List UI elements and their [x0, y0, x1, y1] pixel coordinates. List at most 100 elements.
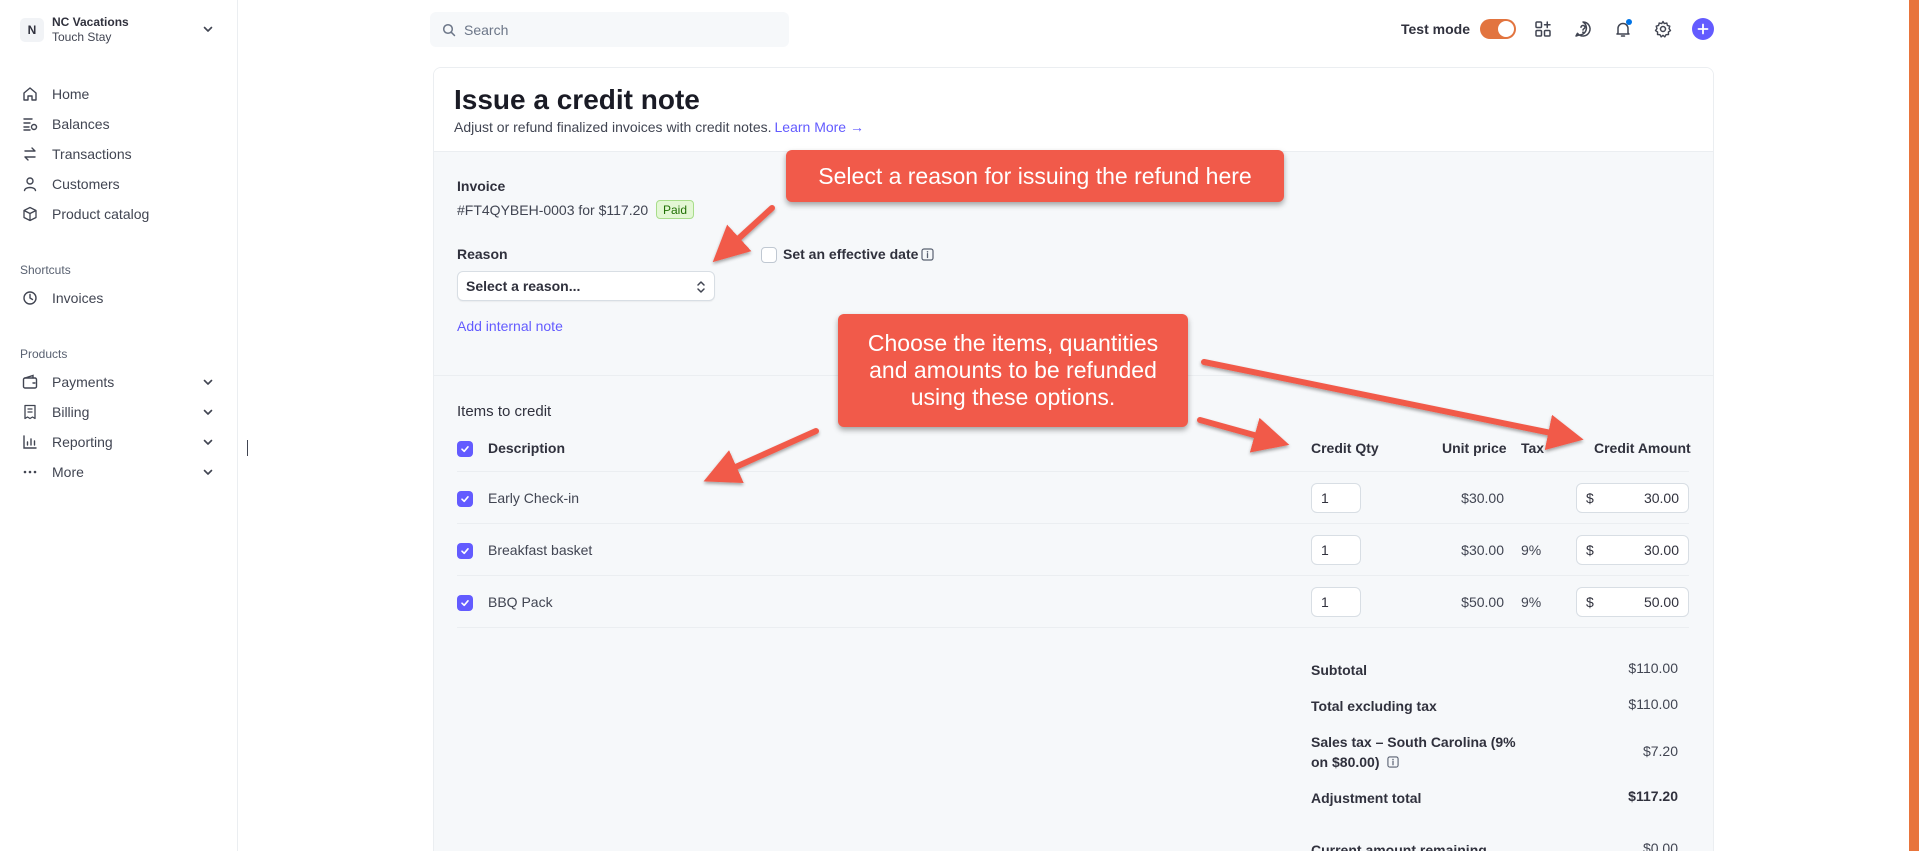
sales-tax-label: Sales tax – South Carolina (9% on $80.00… — [1311, 734, 1516, 770]
subtotal-label: Subtotal — [1311, 662, 1367, 678]
test-mode-toggle[interactable] — [1479, 19, 1516, 39]
clock-icon — [20, 288, 40, 308]
status-badge: Paid — [656, 200, 695, 219]
search-bar[interactable] — [430, 12, 789, 47]
window-frame — [1909, 0, 1919, 851]
shortcuts-heading: Shortcuts — [20, 263, 71, 277]
sidebar-item-label: Reporting — [52, 434, 113, 450]
column-description: Description — [488, 440, 566, 456]
learn-more-link[interactable]: Learn More → — [775, 119, 864, 135]
products-heading: Products — [20, 347, 68, 361]
chevron-down-icon — [202, 406, 214, 418]
chevron-down-icon — [202, 23, 214, 35]
info-icon[interactable] — [1387, 756, 1400, 768]
wallet-icon — [20, 372, 40, 392]
chevron-down-icon — [202, 436, 214, 448]
sidebar-item-label: Customers — [52, 176, 120, 192]
item-description: Early Check-in — [488, 490, 580, 506]
effective-date-label: Set an effective date — [783, 246, 919, 262]
sidebar-item-label: Product catalog — [52, 206, 150, 222]
sidebar-item-product-catalog[interactable]: Product catalog — [20, 201, 220, 227]
sidebar-item-label: Invoices — [52, 290, 104, 306]
reason-select[interactable]: Select a reason... — [457, 271, 715, 301]
sidebar-item-more[interactable]: More — [20, 459, 220, 485]
sidebar-item-customers[interactable]: Customers — [20, 171, 220, 197]
item-checkbox[interactable] — [457, 595, 473, 611]
sidebar-item-transactions[interactable]: Transactions — [20, 141, 220, 167]
page-title: Issue a credit note — [454, 84, 700, 115]
settings-button[interactable] — [1650, 16, 1676, 42]
sidebar-item-billing[interactable]: Billing — [20, 399, 220, 425]
info-icon[interactable] — [921, 248, 934, 261]
total-excl-tax-value: $110.00 — [1628, 696, 1678, 712]
reason-label: Reason — [457, 246, 508, 262]
account-initial: N — [27, 23, 37, 37]
row-divider — [457, 523, 1689, 524]
sidebar-item-balances[interactable]: Balances — [20, 111, 220, 137]
callout-reason: Select a reason for issuing the refund h… — [786, 150, 1284, 202]
select-all-checkbox[interactable] — [457, 441, 473, 457]
credit-qty-input[interactable]: 1 — [1311, 535, 1361, 565]
item-unit-price: $50.00 — [1461, 594, 1504, 610]
item-unit-price: $30.00 — [1461, 490, 1504, 506]
chart-icon — [20, 432, 40, 452]
credit-qty-input[interactable]: 1 — [1311, 483, 1361, 513]
page-subtitle: Adjust or refund finalized invoices with… — [454, 119, 864, 135]
app-window: N NC Vacations Touch Stay Home Balances — [0, 0, 1909, 851]
balances-icon — [20, 114, 40, 134]
add-internal-note-link[interactable]: Add internal note — [457, 318, 563, 334]
sidebar-item-label: Transactions — [52, 146, 132, 162]
gear-icon — [1654, 20, 1672, 38]
credit-amount-input[interactable]: $ 50.00 — [1576, 587, 1689, 617]
sidebar-item-invoices[interactable]: Invoices — [20, 285, 220, 311]
sidebar-item-home[interactable]: Home — [20, 81, 220, 107]
column-credit-qty: Credit Qty — [1311, 440, 1379, 456]
reason-select-value: Select a reason... — [466, 278, 581, 294]
invoice-value: #FT4QYBEH-0003 for $117.20 — [457, 202, 649, 218]
sidebar: N NC Vacations Touch Stay Home Balances — [0, 0, 238, 851]
search-input[interactable] — [464, 21, 764, 38]
credit-qty-input[interactable]: 1 — [1311, 587, 1361, 617]
home-icon — [20, 84, 40, 104]
account-switcher[interactable]: N NC Vacations Touch Stay — [20, 14, 220, 46]
sidebar-item-label: Balances — [52, 116, 110, 132]
account-sub: Touch Stay — [52, 30, 112, 44]
sidebar-item-label: Payments — [52, 374, 115, 390]
items-section-title: Items to credit — [457, 403, 552, 420]
notifications-button[interactable] — [1610, 16, 1636, 42]
remaining-label: Current amount remaining — [1311, 842, 1487, 851]
effective-date-checkbox[interactable] — [761, 247, 777, 263]
help-icon — [1574, 20, 1592, 38]
adjustment-total-label: Adjustment total — [1311, 790, 1422, 806]
account-avatar: N — [20, 18, 44, 42]
account-name: NC Vacations — [52, 15, 129, 29]
remaining-value: $0.00 — [1642, 840, 1678, 851]
create-button[interactable] — [1691, 18, 1714, 40]
item-tax: 9% — [1521, 594, 1542, 610]
help-button[interactable] — [1570, 16, 1596, 42]
column-credit-amount: Credit Amount — [1594, 440, 1691, 456]
sidebar-item-reporting[interactable]: Reporting — [20, 429, 220, 455]
row-divider — [457, 627, 1689, 628]
sidebar-item-label: Home — [52, 86, 90, 102]
transactions-icon — [20, 144, 40, 164]
item-description: Breakfast basket — [488, 542, 593, 558]
sidebar-resize-handle[interactable] — [247, 440, 248, 456]
credit-amount-value: 30.00 — [1643, 490, 1679, 506]
select-arrows-icon — [696, 280, 706, 294]
item-tax: 9% — [1521, 542, 1542, 558]
callout-items: Choose the items, quantities and amounts… — [838, 314, 1188, 427]
sidebar-item-label: More — [52, 464, 84, 480]
item-description: BBQ Pack — [488, 594, 553, 610]
item-checkbox[interactable] — [457, 491, 473, 507]
credit-amount-input[interactable]: $ 30.00 — [1576, 483, 1689, 513]
apps-button[interactable] — [1530, 16, 1556, 42]
notification-dot — [1625, 19, 1632, 25]
row-divider — [457, 575, 1689, 576]
sidebar-item-payments[interactable]: Payments — [20, 369, 220, 395]
column-tax: Tax — [1521, 440, 1545, 456]
chevron-down-icon — [202, 376, 214, 388]
credit-amount-input[interactable]: $ 30.00 — [1576, 535, 1689, 565]
currency-symbol: $ — [1586, 594, 1594, 610]
item-checkbox[interactable] — [457, 543, 473, 559]
